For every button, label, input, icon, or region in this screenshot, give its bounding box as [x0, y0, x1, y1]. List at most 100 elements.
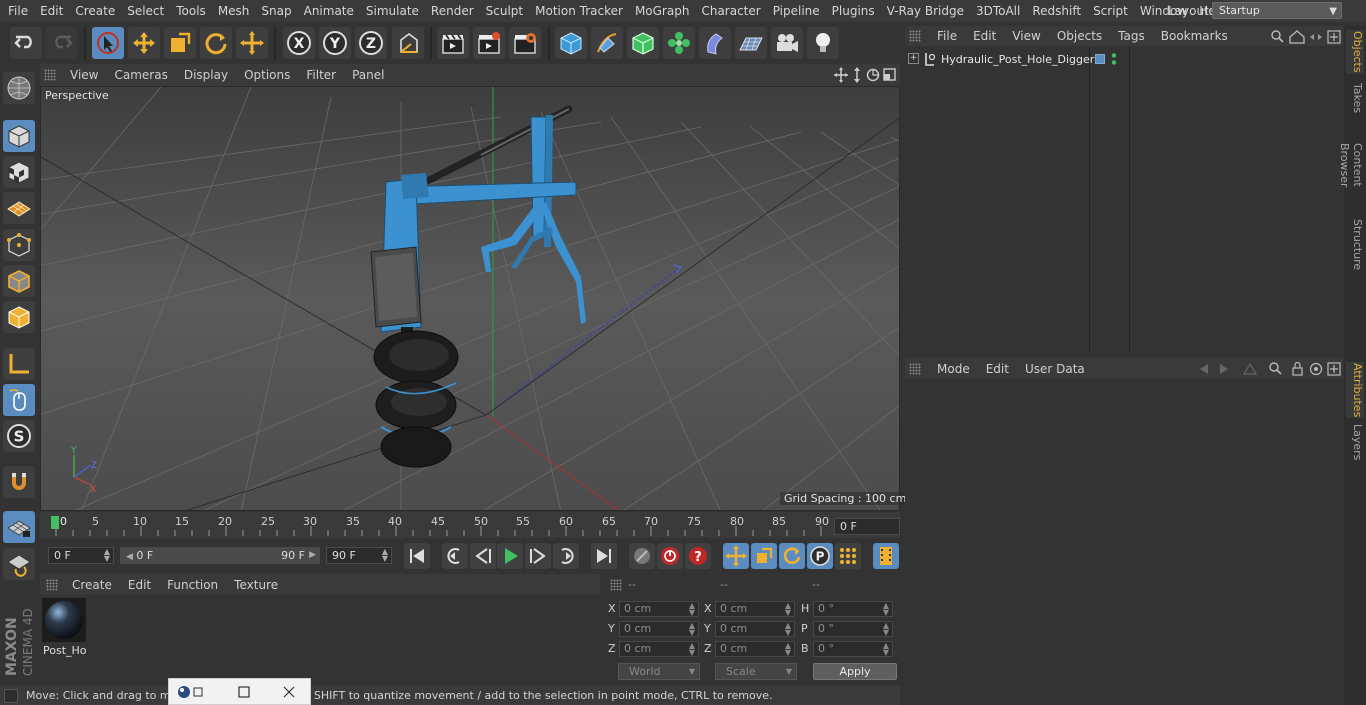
object-name[interactable]: Hydraulic_Post_Hole_Digger — [941, 53, 1094, 66]
rotate-view-icon[interactable] — [866, 68, 880, 82]
objects-menu-view[interactable]: View — [1004, 29, 1048, 43]
maximize-view-icon[interactable] — [883, 68, 896, 81]
up-arrow-icon[interactable] — [1242, 362, 1258, 375]
coordinate-system-button[interactable] — [392, 27, 424, 59]
z-axis-lock-button[interactable]: Z — [355, 27, 387, 59]
rotation-b-field[interactable]: 0 ° ▲ ▼ — [813, 641, 893, 657]
menu-script[interactable]: Script — [1087, 0, 1134, 22]
spinner-icon[interactable]: ▲ ▼ — [785, 602, 791, 617]
search-icon[interactable] — [1269, 362, 1282, 375]
object-row[interactable]: + Hydraulic_Post_Hole_Digger — [905, 51, 1343, 69]
spinner-icon[interactable]: ▲ ▼ — [104, 548, 110, 563]
points-mode-button[interactable] — [3, 229, 35, 261]
menu-select[interactable]: Select — [121, 0, 170, 22]
scale-tool-button[interactable] — [164, 27, 196, 59]
model-mode-button[interactable] — [3, 120, 35, 152]
spinner-icon[interactable]: ▲ ▼ — [689, 622, 695, 637]
menu-create[interactable]: Create — [69, 0, 121, 22]
new-panel-icon[interactable] — [1327, 362, 1341, 376]
layout-select[interactable]: Startup ▼ — [1212, 2, 1342, 19]
viewport-menu-cameras[interactable]: Cameras — [106, 68, 175, 82]
undo-button[interactable] — [10, 27, 42, 59]
target-icon[interactable] — [1309, 362, 1323, 376]
tab-content-browser[interactable]: Content Browser — [1338, 122, 1364, 208]
tab-objects[interactable]: Objects — [1346, 30, 1364, 74]
transform-tool-button[interactable] — [236, 27, 268, 59]
timeline-window-button[interactable] — [873, 543, 899, 569]
objects-menu-edit[interactable]: Edit — [965, 29, 1004, 43]
edges-mode-button[interactable] — [3, 265, 35, 297]
menu-mesh[interactable]: Mesh — [212, 0, 256, 22]
snap-toggle-button[interactable]: S — [3, 420, 35, 452]
menu-character[interactable]: Character — [695, 0, 766, 22]
pen-spline-button[interactable] — [591, 27, 623, 59]
viewport-menu-options[interactable]: Options — [236, 68, 298, 82]
render-settings-button[interactable] — [509, 27, 541, 59]
make-editable-button[interactable] — [3, 72, 35, 104]
material-swatch[interactable]: Post_Ho — [42, 598, 87, 657]
menu-snap[interactable]: Snap — [255, 0, 297, 22]
locked-workplane-button[interactable] — [3, 548, 35, 580]
spinner-icon[interactable]: ▲ ▼ — [883, 642, 889, 657]
key-position-button[interactable] — [723, 543, 749, 569]
workplane-mode-button[interactable] — [3, 192, 35, 224]
viewport-menu-panel[interactable]: Panel — [344, 68, 392, 82]
start-frame-field[interactable]: 0 F ▲ ▼ — [48, 547, 114, 564]
objects-menu-file[interactable]: File — [929, 29, 965, 43]
lock-icon[interactable] — [1292, 361, 1303, 376]
menu-edit[interactable]: Edit — [34, 0, 69, 22]
minimized-window-strip[interactable] — [168, 678, 311, 705]
tab-structure[interactable]: Structure — [1346, 218, 1364, 272]
layer-color-icon[interactable] — [1095, 54, 1105, 64]
attributes-menu-user-data[interactable]: User Data — [1017, 362, 1093, 376]
enable-snap-button[interactable] — [3, 466, 35, 498]
position-z-field[interactable]: 0 cm ▲ ▼ — [619, 641, 699, 657]
autokeying-button[interactable] — [657, 543, 683, 569]
record-keys-button[interactable] — [629, 543, 655, 569]
viewport-menu-display[interactable]: Display — [176, 68, 236, 82]
workplane-lock-button[interactable] — [3, 511, 35, 543]
spinner-icon[interactable]: ▲ ▼ — [785, 622, 791, 637]
size-mode-select[interactable]: Scale ▼ — [715, 663, 797, 680]
cloner-button[interactable] — [663, 27, 695, 59]
rotation-p-field[interactable]: 0 ° ▲ ▼ — [813, 621, 893, 637]
key-rotation-button[interactable] — [779, 543, 805, 569]
current-frame-field[interactable]: 0 F — [834, 518, 900, 535]
rotate-tool-button[interactable] — [200, 27, 232, 59]
size-x-field[interactable]: 0 cm ▲ ▼ — [715, 601, 795, 617]
material-menu-create[interactable]: Create — [64, 578, 120, 592]
tab-takes[interactable]: Takes — [1346, 80, 1364, 116]
live-selection-button[interactable] — [92, 27, 124, 59]
menu-tools[interactable]: Tools — [170, 0, 212, 22]
menu-redshift[interactable]: Redshift — [1026, 0, 1087, 22]
menu-vray-bridge[interactable]: V-Ray Bridge — [881, 0, 970, 22]
menu-render[interactable]: Render — [425, 0, 480, 22]
menu-pipeline[interactable]: Pipeline — [767, 0, 826, 22]
spinner-icon[interactable]: ▲ ▼ — [883, 602, 889, 617]
viewport-menu-view[interactable]: View — [62, 68, 106, 82]
end-frame-field[interactable]: 90 F ▲ ▼ — [326, 547, 392, 564]
size-z-field[interactable]: 0 cm ▲ ▼ — [715, 641, 795, 657]
texture-mode-button[interactable] — [3, 156, 35, 188]
position-x-field[interactable]: 0 cm ▲ ▼ — [619, 601, 699, 617]
menu-mograph[interactable]: MoGraph — [629, 0, 696, 22]
y-axis-lock-button[interactable]: Y — [319, 27, 351, 59]
timeline-ruler[interactable]: 0 5 10 15 20 25 30 35 40 45 50 55 60 65 … — [40, 512, 900, 538]
visibility-dots-icon[interactable] — [1111, 52, 1117, 66]
keyframe-selection-button[interactable]: ? — [685, 543, 711, 569]
play-forward-button[interactable] — [497, 543, 523, 569]
move-tool-button[interactable] — [128, 27, 160, 59]
spinner-icon[interactable]: ▲ ▼ — [689, 642, 695, 657]
playhead-marker[interactable] — [51, 516, 59, 529]
rotation-h-field[interactable]: 0 ° ▲ ▼ — [813, 601, 893, 617]
expand-plus-icon[interactable]: + — [908, 53, 919, 64]
add-cube-button[interactable] — [555, 27, 587, 59]
x-axis-lock-button[interactable]: X — [283, 27, 315, 59]
spinner-icon[interactable]: ▲ ▼ — [382, 548, 388, 563]
attributes-menu-mode[interactable]: Mode — [929, 362, 978, 376]
spinner-icon[interactable]: ▲ ▼ — [785, 642, 791, 657]
menu-simulate[interactable]: Simulate — [360, 0, 425, 22]
menu-plugins[interactable]: Plugins — [826, 0, 881, 22]
objects-menu-bookmarks[interactable]: Bookmarks — [1153, 29, 1236, 43]
tab-layers[interactable]: Layers — [1346, 424, 1364, 460]
